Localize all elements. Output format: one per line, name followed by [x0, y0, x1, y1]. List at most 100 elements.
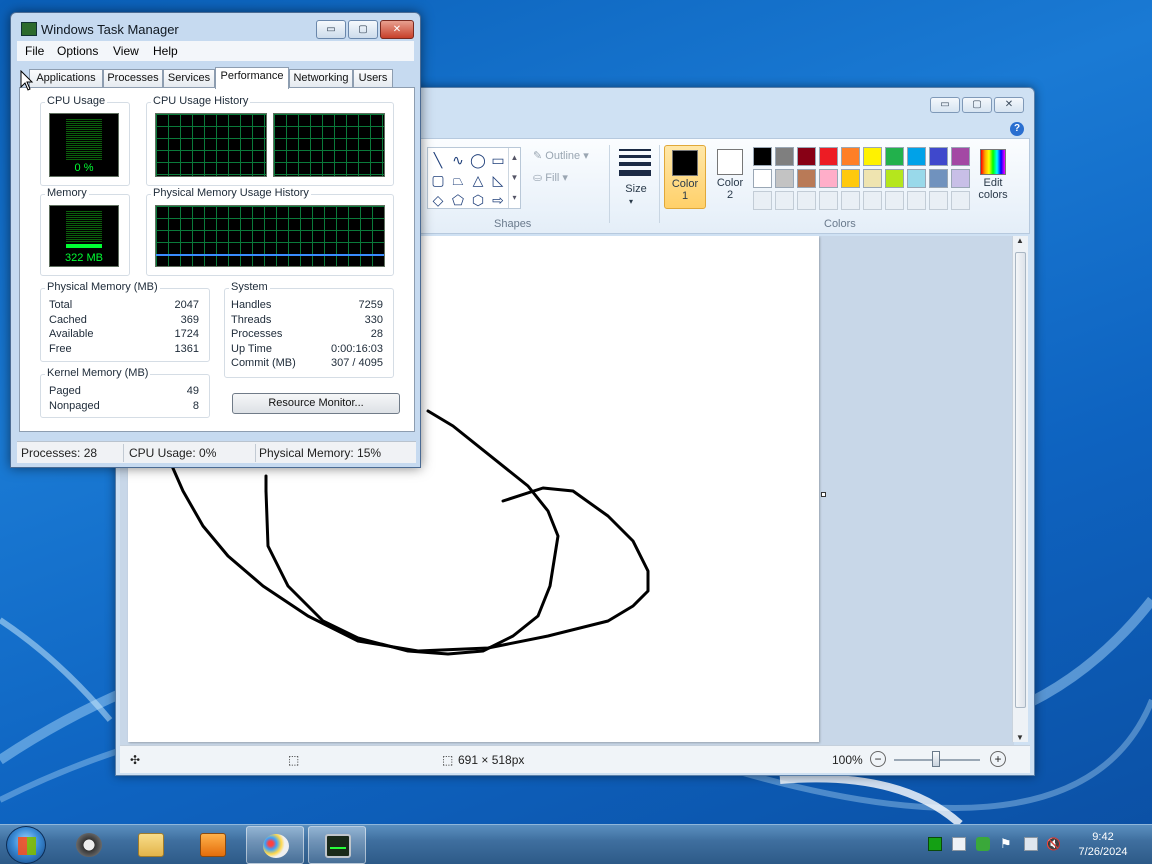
zoom-in-button[interactable]: +	[990, 751, 1006, 767]
custom-color-slot[interactable]	[907, 191, 926, 210]
maximize-button[interactable]: ▢	[348, 20, 378, 39]
minimize-button[interactable]: ▭	[316, 20, 346, 39]
arrow-shape-icon[interactable]: ⇨	[490, 192, 506, 208]
palette-swatch[interactable]	[929, 169, 948, 188]
palette-swatch[interactable]	[863, 169, 882, 188]
paint-maximize-button[interactable]: ▢	[962, 97, 992, 113]
menu-help[interactable]: Help	[153, 44, 178, 58]
custom-color-slot[interactable]	[863, 191, 882, 210]
palette-swatch[interactable]	[907, 169, 926, 188]
custom-color-slot[interactable]	[841, 191, 860, 210]
hexagon-shape-icon[interactable]: ⬡	[470, 192, 486, 208]
kernel-memory-group: Kernel Memory (MB) Paged 49 Nonpaged 8	[40, 367, 210, 418]
polygon-shape-icon[interactable]: ⏢	[450, 172, 466, 188]
outline-dropdown[interactable]: ✎ Outline ▾	[533, 149, 589, 162]
pm-value-free: 1361	[174, 343, 199, 355]
palette-swatch[interactable]	[753, 169, 772, 188]
pentagon-shape-icon[interactable]: ⬠	[450, 192, 466, 208]
cpu-usage-value: 0 %	[74, 162, 94, 174]
line-shape-icon[interactable]: ╲	[430, 152, 446, 168]
taskbar-app-raccoon[interactable]	[60, 826, 118, 864]
memory-value: 322 MB	[65, 252, 103, 264]
menu-view[interactable]: View	[113, 44, 139, 58]
palette-swatch[interactable]	[841, 169, 860, 188]
task-manager-tray-icon[interactable]	[928, 837, 942, 851]
taskbar-paint[interactable]	[246, 826, 304, 864]
canvas-resize-handle[interactable]	[821, 492, 826, 497]
scroll-up-icon[interactable]: ▲	[1016, 236, 1024, 245]
tab-users[interactable]: Users	[353, 69, 393, 88]
zoom-out-button[interactable]: −	[870, 751, 886, 767]
right-triangle-shape-icon[interactable]: ◺	[490, 172, 506, 188]
custom-color-slot[interactable]	[797, 191, 816, 210]
zoom-slider-thumb[interactable]	[932, 751, 940, 767]
taskbar-explorer[interactable]	[122, 826, 180, 864]
custom-color-slot[interactable]	[753, 191, 772, 210]
tab-services[interactable]: Services	[163, 69, 215, 88]
palette-swatch[interactable]	[885, 147, 904, 166]
palette-swatch[interactable]	[863, 147, 882, 166]
curve-shape-icon[interactable]: ∿	[450, 152, 466, 168]
network-tray-icon[interactable]	[1024, 837, 1038, 851]
size-dropdown-icon: ▾	[629, 197, 634, 206]
fill-dropdown[interactable]: ⛀ Fill ▾	[533, 171, 568, 184]
resource-monitor-button[interactable]: Resource Monitor...	[232, 393, 400, 414]
action-center-flag-icon[interactable]: ⚑	[1000, 837, 1014, 851]
palette-swatch[interactable]	[929, 147, 948, 166]
menu-file[interactable]: File	[25, 44, 44, 58]
custom-color-slot[interactable]	[775, 191, 794, 210]
palette-swatch[interactable]	[797, 147, 816, 166]
color1-button[interactable]: Color 1	[664, 145, 706, 209]
cpu-usage-meter: 0 %	[49, 113, 119, 177]
paint-minimize-button[interactable]: ▭	[930, 97, 960, 113]
palette-swatch[interactable]	[885, 169, 904, 188]
edit-colors-label-line1: Edit	[983, 177, 1003, 189]
palette-swatch[interactable]	[775, 169, 794, 188]
help-icon[interactable]: ?	[1010, 122, 1024, 136]
scroll-down-icon[interactable]: ▼	[1016, 733, 1024, 742]
palette-swatch[interactable]	[951, 147, 970, 166]
custom-color-slot[interactable]	[929, 191, 948, 210]
volume-muted-icon[interactable]: 🔇	[1046, 837, 1061, 851]
security-tray-icon[interactable]	[976, 837, 990, 851]
diamond-shape-icon[interactable]: ◇	[430, 192, 446, 208]
document-tray-icon[interactable]	[952, 837, 966, 851]
sys-label-processes: Processes	[231, 328, 283, 340]
palette-swatch[interactable]	[841, 147, 860, 166]
palette-swatch[interactable]	[797, 169, 816, 188]
ribbon-divider	[659, 145, 660, 223]
color2-button[interactable]: Color 2	[709, 145, 751, 209]
oval-shape-icon[interactable]: ◯	[470, 152, 486, 168]
taskbar-task-manager[interactable]	[308, 826, 366, 864]
system-clock[interactable]: 9:42 7/26/2024	[1066, 830, 1140, 860]
shapes-gallery[interactable]: ╲ ∿ ◯ ▭ ▢ ⏢ △ ◺ ◇ ⬠ ⬡ ⇨ ▲ ▼ ▾	[427, 147, 521, 209]
palette-swatch[interactable]	[907, 147, 926, 166]
tab-networking[interactable]: Networking	[289, 69, 353, 88]
shapes-scroll-icon[interactable]: ▲ ▼ ▾	[508, 148, 520, 208]
tab-processes[interactable]: Processes	[103, 69, 163, 88]
scrollbar-thumb[interactable]	[1015, 252, 1026, 708]
tab-performance[interactable]: Performance	[215, 67, 289, 89]
palette-swatch[interactable]	[819, 169, 838, 188]
custom-color-slot[interactable]	[819, 191, 838, 210]
menu-options[interactable]: Options	[57, 44, 98, 58]
vertical-scrollbar[interactable]: ▲ ▼	[1012, 236, 1028, 742]
taskbar-media-player[interactable]	[184, 826, 242, 864]
close-button[interactable]: ✕	[380, 20, 414, 39]
custom-color-slot[interactable]	[885, 191, 904, 210]
sys-value-uptime: 0:00:16:03	[331, 343, 383, 355]
rounded-rectangle-shape-icon[interactable]: ▢	[430, 172, 446, 188]
palette-swatch[interactable]	[819, 147, 838, 166]
custom-color-slot[interactable]	[951, 191, 970, 210]
rectangle-shape-icon[interactable]: ▭	[490, 152, 506, 168]
palette-swatch[interactable]	[753, 147, 772, 166]
sys-label-handles: Handles	[231, 299, 272, 311]
start-button[interactable]	[6, 826, 46, 864]
palette-swatch[interactable]	[775, 147, 794, 166]
palette-swatch[interactable]	[951, 169, 970, 188]
paint-close-button[interactable]: ✕	[994, 97, 1024, 113]
edit-colors-button[interactable]: Edit colors	[971, 147, 1015, 201]
triangle-shape-icon[interactable]: △	[470, 172, 486, 188]
windows-logo-icon	[18, 837, 36, 855]
tab-applications[interactable]: Applications	[29, 69, 103, 88]
